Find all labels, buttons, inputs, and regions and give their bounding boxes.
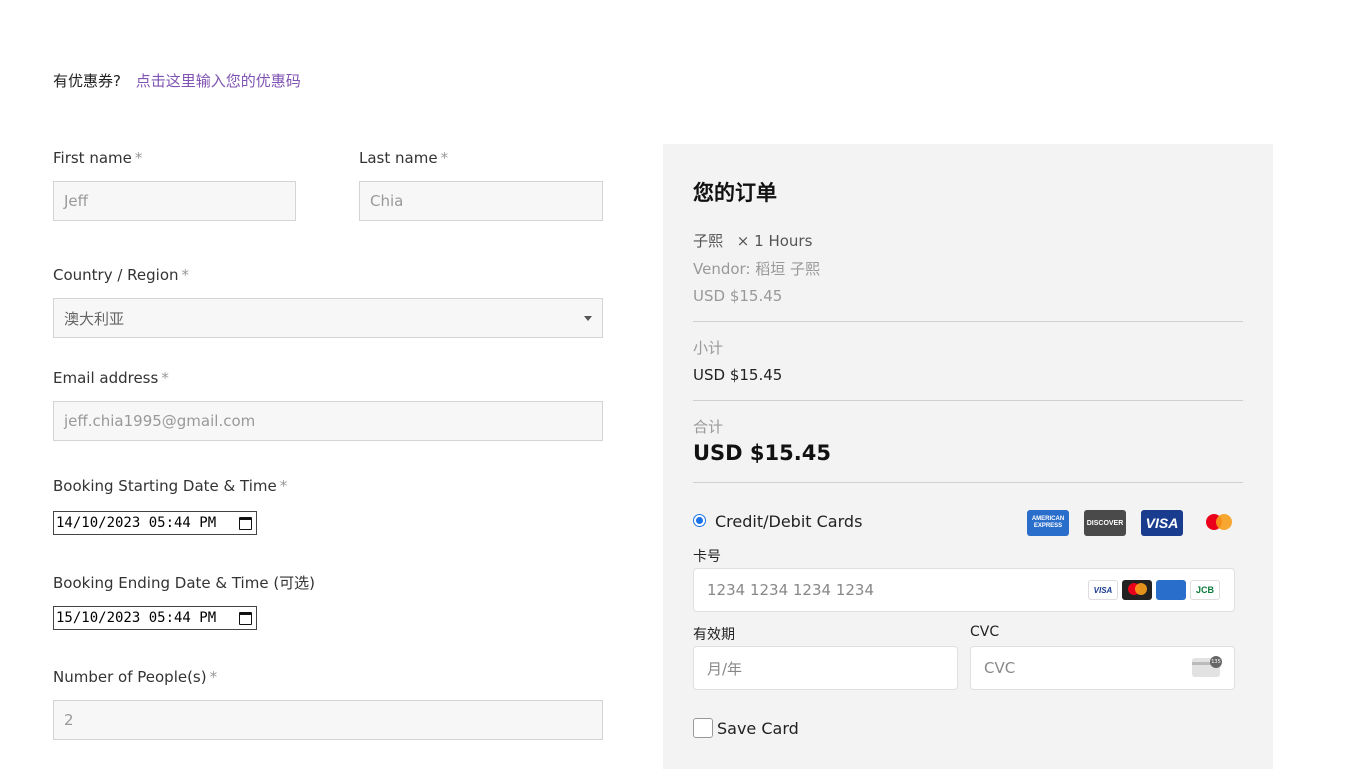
card-number-input[interactable]: 1234 1234 1234 1234 bbox=[693, 568, 1235, 612]
calendar-icon[interactable] bbox=[239, 516, 252, 530]
last-name-label: Last name * bbox=[359, 149, 449, 167]
subtotal-value: USD $15.45 bbox=[693, 366, 783, 384]
visa-icon: VISA bbox=[1088, 580, 1118, 600]
last-name-input[interactable]: Chia bbox=[359, 181, 603, 221]
email-input[interactable]: jeff.chia1995@gmail.com bbox=[53, 401, 603, 441]
cvc-card-icon: 135 bbox=[1192, 656, 1222, 677]
visa-icon: VISA bbox=[1141, 510, 1183, 536]
order-item-price: USD $15.45 bbox=[693, 287, 783, 305]
end-date-label: Booking Ending Date & Time (可选) bbox=[53, 574, 316, 592]
end-datetime-input[interactable]: 15/10/2023 05:44 PM bbox=[53, 606, 257, 630]
divider bbox=[693, 400, 1243, 401]
total-value: USD $15.45 bbox=[693, 441, 831, 465]
people-input[interactable]: 2 bbox=[53, 700, 603, 740]
country-select[interactable]: 澳大利亚 bbox=[53, 298, 603, 338]
start-date-label: Booking Starting Date & Time * bbox=[53, 477, 288, 495]
expiry-label: 有效期 bbox=[693, 627, 735, 643]
expiry-input[interactable]: 月/年 bbox=[693, 646, 958, 690]
first-name-label: First name * bbox=[53, 149, 143, 167]
discover-icon: DISCOVER bbox=[1084, 510, 1126, 536]
subtotal-label: 小计 bbox=[693, 339, 724, 357]
order-summary-panel: 您的订单 子熙 × 1 Hours Vendor: 稻垣 子熙 USD $15.… bbox=[663, 144, 1273, 769]
total-label: 合计 bbox=[693, 418, 724, 436]
mastercard-icon bbox=[1122, 580, 1152, 600]
save-card-checkbox[interactable] bbox=[693, 718, 713, 738]
divider bbox=[693, 482, 1243, 483]
coupon-link[interactable]: 点击这里输入您的优惠码 bbox=[136, 72, 301, 90]
amex-icon bbox=[1156, 580, 1186, 600]
save-card-label: Save Card bbox=[717, 719, 799, 738]
order-item: 子熙 × 1 Hours bbox=[693, 232, 813, 250]
jcb-icon: JCB bbox=[1190, 580, 1220, 600]
amex-icon: AMERICAN EXPRESS bbox=[1027, 510, 1069, 536]
payment-method-radio[interactable] bbox=[693, 514, 706, 527]
card-number-label: 卡号 bbox=[693, 549, 721, 565]
chevron-down-icon bbox=[584, 315, 592, 321]
divider bbox=[693, 321, 1243, 322]
order-title: 您的订单 bbox=[693, 181, 777, 205]
people-label: Number of People(s) * bbox=[53, 668, 218, 686]
mastercard-icon bbox=[1204, 512, 1234, 534]
email-label: Email address * bbox=[53, 369, 169, 387]
coupon-prompt: 有优惠券? bbox=[53, 72, 121, 90]
first-name-input[interactable]: Jeff bbox=[53, 181, 296, 221]
payment-method-label: Credit/Debit Cards bbox=[715, 512, 863, 531]
country-label: Country / Region * bbox=[53, 266, 190, 284]
coupon-notice: 有优惠券? 点击这里输入您的优惠码 bbox=[53, 70, 301, 91]
calendar-icon[interactable] bbox=[239, 611, 252, 625]
start-datetime-input[interactable]: 14/10/2023 05:44 PM bbox=[53, 511, 257, 535]
order-vendor: Vendor: 稻垣 子熙 bbox=[693, 260, 821, 278]
cvc-label: CVC bbox=[970, 624, 1000, 640]
